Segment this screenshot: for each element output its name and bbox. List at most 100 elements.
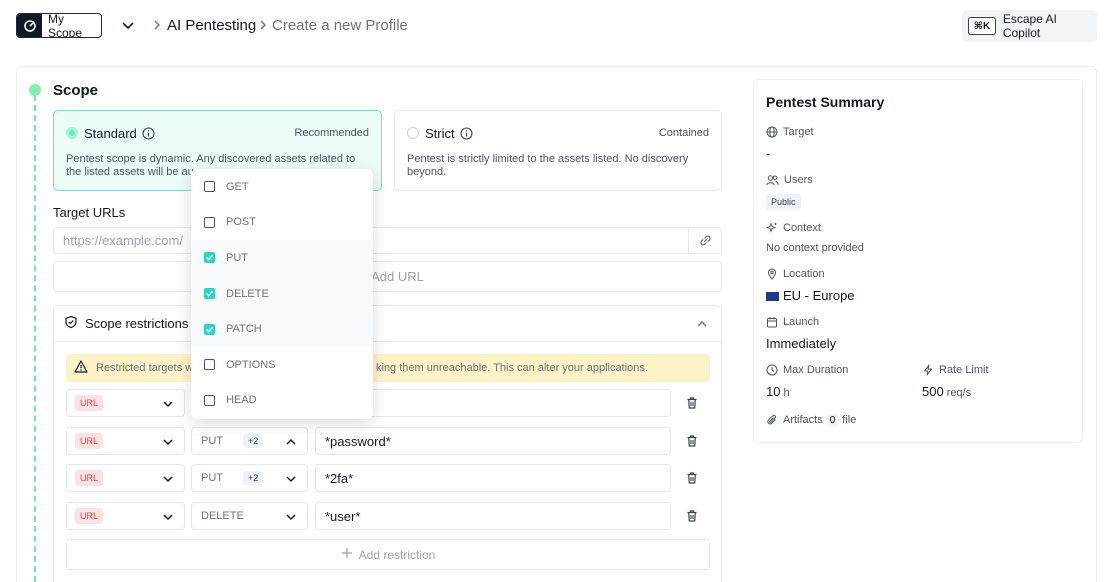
checkbox-checked[interactable] — [204, 252, 215, 264]
location-value: EU - Europe — [766, 288, 855, 303]
artifacts-unit: file — [842, 414, 857, 426]
method-option-put[interactable]: PUT — [191, 240, 373, 276]
chevron-up-icon — [284, 435, 298, 449]
clock-icon — [766, 364, 778, 376]
method-option-head[interactable]: HEAD — [191, 383, 373, 419]
info-icon[interactable] — [460, 126, 473, 140]
context-label: Context — [783, 222, 821, 234]
restriction-type-select[interactable]: URL — [66, 389, 185, 417]
chevron-down-icon — [161, 472, 175, 486]
standard-title: Standard — [84, 125, 137, 141]
restriction-type-select[interactable]: URL — [66, 502, 185, 530]
sparkles-icon — [766, 222, 777, 233]
option-label: POST — [226, 216, 256, 229]
rate-limit-value: 500 req/s — [922, 384, 972, 399]
scope-switcher[interactable]: My Scope — [16, 13, 102, 38]
checkbox[interactable] — [204, 216, 215, 228]
rate-limit-label: Rate Limit — [939, 364, 989, 376]
standard-tag: Recommended — [294, 127, 369, 139]
methods-dropdown: GET POST PUT DELETE PATCH OPTIONS HEAD — [191, 169, 373, 419]
method-option-options[interactable]: OPTIONS — [191, 347, 373, 383]
method-option-delete[interactable]: DELETE — [191, 275, 373, 312]
strict-tag: Contained — [658, 127, 709, 139]
scope-chevron-down-icon[interactable] — [120, 17, 136, 33]
summary-target: Target - — [766, 125, 814, 161]
chevron-down-icon — [161, 510, 175, 524]
location-label: Location — [783, 268, 825, 280]
map-pin-icon — [767, 268, 777, 280]
breadcrumb-ai-pentesting[interactable]: AI Pentesting — [167, 16, 256, 36]
breadcrumb-current: Create a new Profile — [272, 17, 408, 34]
launch-label: Launch — [783, 316, 820, 328]
trash-icon[interactable] — [685, 471, 699, 485]
summary-artifacts: Artifacts 0 file — [766, 413, 856, 427]
option-label: OPTIONS — [226, 358, 276, 371]
restriction-type-select[interactable]: URL — [66, 464, 185, 492]
breadcrumb-chevron-right-icon — [257, 17, 269, 33]
scope-label: My Scope — [48, 13, 83, 38]
restriction-method-select[interactable]: PUT +2 — [191, 464, 308, 492]
method-option-post[interactable]: POST — [191, 205, 373, 241]
users-label: Users — [784, 174, 813, 186]
checkbox-checked[interactable] — [204, 288, 215, 300]
option-label: GET — [226, 180, 249, 193]
restriction-pattern-input[interactable]: *password* — [315, 427, 671, 455]
escape-ai-copilot-button[interactable]: ⌘K Escape AI Copilot — [962, 10, 1097, 42]
add-url-button[interactable]: Add URL — [53, 261, 722, 292]
strict-radio[interactable] — [407, 127, 419, 139]
restriction-pattern-input[interactable]: *user* — [315, 502, 671, 530]
target-label: Target — [783, 126, 814, 138]
scope-restrictions-panel: Scope restrictions Restricted targets wi… — [53, 305, 722, 582]
link-icon[interactable] — [688, 228, 721, 253]
top-bar: My Scope AI Pentesting Create a new Prof… — [0, 0, 1120, 52]
restriction-row: URL PUT +2 *password* — [66, 427, 710, 455]
checkbox[interactable] — [204, 181, 215, 193]
artifacts-count: 0 — [825, 413, 840, 427]
summary-rate-limit: Rate Limit 500 req/s — [922, 363, 989, 399]
method-option-patch[interactable]: PATCH — [191, 311, 373, 347]
calendar-icon — [767, 317, 777, 328]
standard-radio[interactable] — [66, 127, 78, 139]
restriction-row: URL DELETE *user* — [66, 502, 710, 530]
context-value: No context provided — [766, 242, 864, 254]
checkbox[interactable] — [204, 359, 215, 371]
restriction-method-select[interactable]: DELETE — [191, 502, 308, 530]
restriction-row: URL — [66, 389, 710, 417]
launch-value: Immediately — [766, 336, 837, 351]
restriction-type-select[interactable]: URL — [66, 427, 185, 455]
trash-icon[interactable] — [685, 509, 699, 523]
checkbox-checked[interactable] — [204, 323, 215, 335]
plus-icon — [341, 547, 353, 562]
restriction-pattern-input[interactable]: *2fa* — [315, 464, 671, 492]
summary-launch: Launch Immediately — [766, 315, 836, 351]
chevron-down-icon — [161, 435, 175, 449]
summary-location: Location EU - Europe — [766, 267, 855, 303]
scope-restrictions-header[interactable]: Scope restrictions — [54, 306, 721, 342]
strict-title: Strict — [425, 125, 455, 141]
warning-text-right: king them unreachable. This can alter yo… — [376, 362, 648, 374]
warning-text-left: Restricted targets wi — [96, 362, 196, 374]
url-badge: URL — [75, 433, 104, 449]
chevron-up-icon[interactable] — [695, 317, 709, 331]
step-dot — [29, 84, 41, 96]
url-badge: URL — [75, 395, 104, 411]
option-label: DELETE — [226, 287, 269, 300]
checkbox[interactable] — [204, 394, 215, 406]
max-duration-value: 10 h — [766, 384, 790, 399]
info-icon[interactable] — [142, 126, 155, 140]
keyboard-shortcut: ⌘K — [968, 17, 996, 35]
scope-option-strict[interactable]: Strict Contained Pentest is strictly lim… — [394, 110, 722, 191]
more-methods-badge: +2 — [243, 471, 264, 485]
method-option-get[interactable]: GET — [191, 169, 373, 205]
chevron-down-icon — [284, 510, 298, 524]
more-methods-badge: +2 — [243, 434, 264, 448]
strict-description: Pentest is strictly limited to the asset… — [407, 153, 689, 178]
trash-icon[interactable] — [685, 434, 699, 448]
restriction-method-select[interactable]: PUT +2 — [191, 427, 308, 455]
breadcrumb-chevron-right-icon — [151, 17, 163, 33]
shield-check-icon — [64, 315, 78, 332]
add-restriction-button[interactable]: Add restriction — [66, 539, 710, 570]
eu-flag-icon — [766, 292, 779, 301]
trash-icon[interactable] — [685, 396, 699, 410]
lightning-icon — [924, 364, 932, 376]
